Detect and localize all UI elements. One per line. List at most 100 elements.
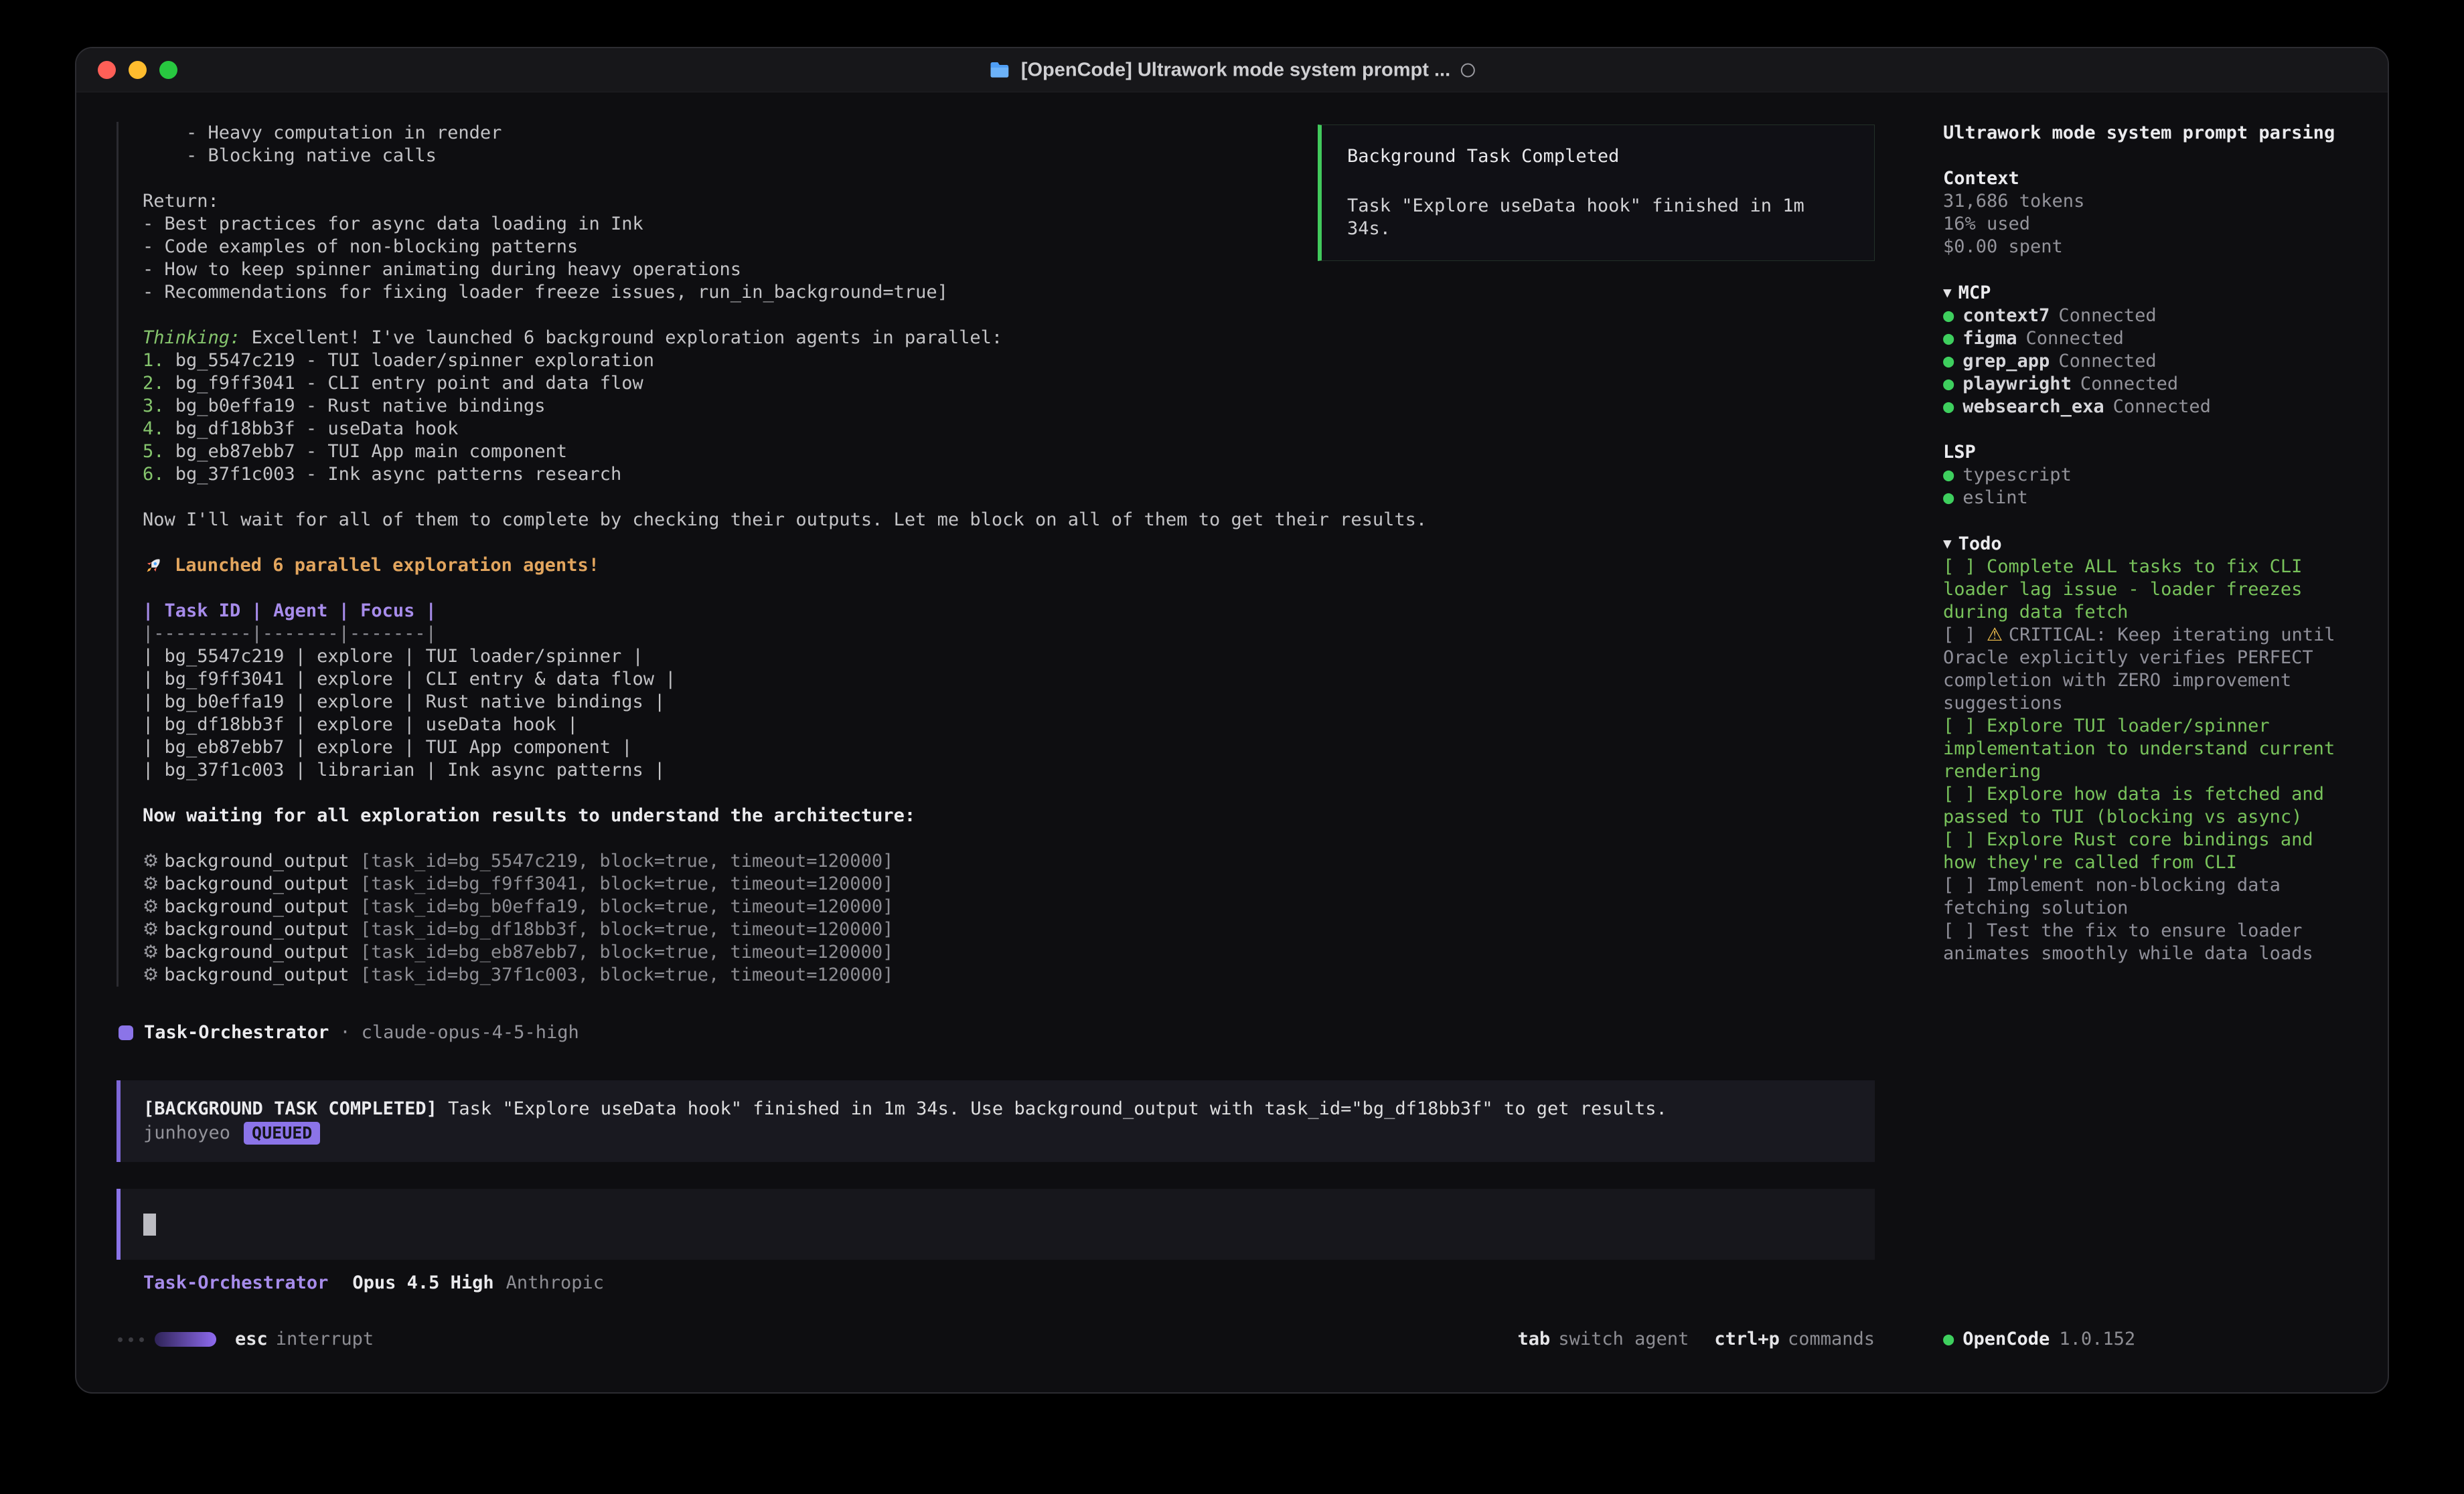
list-text: bg_eb87ebb7 - TUI App main component: [165, 441, 567, 462]
prompt-input[interactable]: [117, 1189, 1875, 1260]
todo-item: [ ] Complete ALL tasks to fix CLI loader…: [1943, 556, 2350, 624]
app-name: OpenCode: [1962, 1328, 2050, 1351]
agent-model: claude-opus-4-5-high: [362, 1021, 579, 1044]
agent-list-item: 1. bg_5547c219 - TUI loader/spinner expl…: [143, 349, 1875, 372]
agent-list-item: 5. bg_eb87ebb7 - TUI App main component: [143, 440, 1875, 463]
todo-item: [ ] Explore Rust core bindings and how t…: [1943, 829, 2350, 874]
mcp-heading: ▼MCP: [1943, 281, 2350, 305]
list-text: bg_b0effa19 - Rust native bindings: [165, 396, 546, 416]
context-stat: 31,686 tokens: [1943, 190, 2350, 213]
tool-call: ⚙background_output [task_id=bg_b0effa19,…: [143, 896, 1875, 918]
tool-args: [task_id=bg_f9ff3041, block=true, timeou…: [350, 874, 894, 894]
tool-args: [task_id=bg_37f1c003, block=true, timeou…: [350, 965, 894, 985]
mcp-status: Connected: [2058, 305, 2156, 326]
statusbar-app: ● OpenCode 1.0.152: [1919, 1328, 2388, 1351]
mcp-item: ●playwrightConnected: [1943, 373, 2350, 396]
context-stat: 16% used: [1943, 213, 2350, 236]
mcp-name: playwright: [1962, 374, 2072, 394]
status-dot-icon: ●: [1943, 1328, 1954, 1351]
zoom-button[interactable]: [159, 61, 177, 79]
tool-args: [task_id=bg_df18bb3f, block=true, timeou…: [350, 919, 894, 940]
list-text: bg_37f1c003 - Ink async patterns researc…: [165, 464, 622, 485]
launched-banner: Launched 6 parallel exploration agents!: [143, 554, 1875, 577]
thinking-text: Excellent! I've launched 6 background ex…: [240, 327, 1002, 348]
todo-item: [ ] Explore TUI loader/spinner implement…: [1943, 715, 2350, 783]
lsp-heading: LSP: [1943, 441, 2350, 464]
minimize-button[interactable]: [129, 61, 147, 79]
commands-hint: ctrl+p commands: [1714, 1328, 1875, 1351]
window-title: [OpenCode] Ultrawork mode system prompt …: [989, 59, 1475, 81]
lsp-name: eslint: [1962, 487, 2028, 508]
footer-agent-name: Task-Orchestrator: [143, 1272, 328, 1295]
table-row: | bg_df18bb3f | explore | useData hook |: [143, 714, 1875, 736]
tool-gear-icon: ⚙: [143, 965, 159, 985]
mcp-status: Connected: [2080, 374, 2178, 394]
list-number: 4.: [143, 418, 165, 439]
todo-item: [ ] Test the fix to ensure loader animat…: [1943, 920, 2350, 965]
tab-hint: tab switch agent: [1518, 1328, 1689, 1351]
table-row: | bg_f9ff3041 | explore | CLI entry & da…: [143, 668, 1875, 691]
tool-name: background_output: [164, 942, 349, 963]
mcp-name: websearch_exa: [1962, 396, 2104, 417]
tool-calls: ⚙background_output [task_id=bg_5547c219,…: [143, 850, 1875, 987]
table-row: | bg_5547c219 | explore | TUI loader/spi…: [143, 645, 1875, 668]
status-dot-icon: ●: [1943, 328, 1954, 349]
table-row: | bg_b0effa19 | explore | Rust native bi…: [143, 691, 1875, 714]
mcp-status: Connected: [2113, 396, 2211, 417]
tool-call: ⚙background_output [task_id=bg_f9ff3041,…: [143, 873, 1875, 896]
context-stats: 31,686 tokens16% used$0.00 spent: [1943, 190, 2350, 258]
wait-block: Now I'll wait for all of them to complet…: [143, 509, 1875, 531]
lsp-section: LSP ●typescript● eslint: [1943, 441, 2350, 509]
agent-list-item: 4. bg_df18bb3f - useData hook: [143, 418, 1875, 440]
rocket-icon: [143, 555, 164, 576]
tool-name: background_output: [164, 851, 349, 872]
thinking-line: Thinking: Excellent! I've launched 6 bac…: [143, 327, 1875, 349]
list-number: 1.: [143, 350, 165, 371]
status-dot-icon: ●: [1943, 351, 1954, 371]
toast-body: Task "Explore useData hook" finished in …: [1347, 195, 1849, 240]
mcp-status: Connected: [2026, 328, 2124, 349]
mcp-status: Connected: [2058, 351, 2156, 371]
table-row: | bg_eb87ebb7 | explore | TUI App compon…: [143, 736, 1875, 759]
context-section: Context 31,686 tokens16% used$0.00 spent: [1943, 167, 2350, 258]
drag-dots-icon: [118, 1337, 144, 1342]
table-header: | Task ID | Agent | Focus |: [143, 600, 1875, 622]
lsp-item: ●typescript: [1943, 464, 2350, 487]
status-dot-icon: ●: [1943, 465, 1954, 485]
tab-label: switch agent: [1558, 1328, 1689, 1351]
agent-list: 1. bg_5547c219 - TUI loader/spinner expl…: [143, 349, 1875, 486]
mcp-item: ●websearch_exaConnected: [1943, 396, 2350, 418]
separator-dot: ·: [339, 1021, 350, 1044]
statusbar: esc interrupt tab switch agent ctrl+p co…: [76, 1317, 2388, 1392]
text-cursor: [143, 1214, 156, 1236]
list-number: 5.: [143, 441, 165, 462]
tool-call: ⚙background_output [task_id=bg_eb87ebb7,…: [143, 941, 1875, 964]
background-task-toast: Background Task Completed Task "Explore …: [1318, 124, 1875, 261]
completed-prefix: [BACKGROUND TASK COMPLETED]: [143, 1098, 437, 1119]
titlebar: [OpenCode] Ultrawork mode system prompt …: [76, 48, 2388, 92]
sidebar-title: Ultrawork mode system prompt parsing: [1943, 122, 2350, 145]
mcp-list: ●context7Connected●figmaConnected●grep_a…: [1943, 305, 2350, 418]
esc-hint: esc interrupt: [235, 1328, 374, 1351]
commands-key: ctrl+p: [1714, 1328, 1780, 1351]
esc-label: interrupt: [276, 1328, 374, 1351]
todo-heading-text: Todo: [1958, 533, 2002, 554]
list-number: 2.: [143, 373, 165, 394]
tool-call: ⚙background_output [task_id=bg_df18bb3f,…: [143, 918, 1875, 941]
mcp-item: ●context7Connected: [1943, 305, 2350, 327]
return-item: - Recommendations for fixing loader free…: [143, 281, 1875, 304]
mcp-item: ●figmaConnected: [1943, 327, 2350, 350]
tool-name: background_output: [164, 874, 349, 894]
agent-list-item: 3. bg_b0effa19 - Rust native bindings: [143, 395, 1875, 418]
status-circle-icon: [1461, 63, 1475, 77]
terminal-window: [OpenCode] Ultrawork mode system prompt …: [75, 47, 2389, 1394]
context-heading: Context: [1943, 167, 2350, 190]
window-controls: [76, 61, 177, 79]
status-dot-icon: ●: [1943, 305, 1954, 326]
tool-gear-icon: ⚙: [143, 919, 159, 940]
todo-section: ▼Todo [ ] Complete ALL tasks to fix CLI …: [1943, 532, 2350, 965]
statusbar-main: esc interrupt tab switch agent ctrl+p co…: [76, 1328, 1919, 1351]
close-button[interactable]: [98, 61, 116, 79]
list-text: bg_f9ff3041 - CLI entry point and data f…: [165, 373, 643, 394]
collapse-icon: ▼: [1943, 284, 1952, 301]
